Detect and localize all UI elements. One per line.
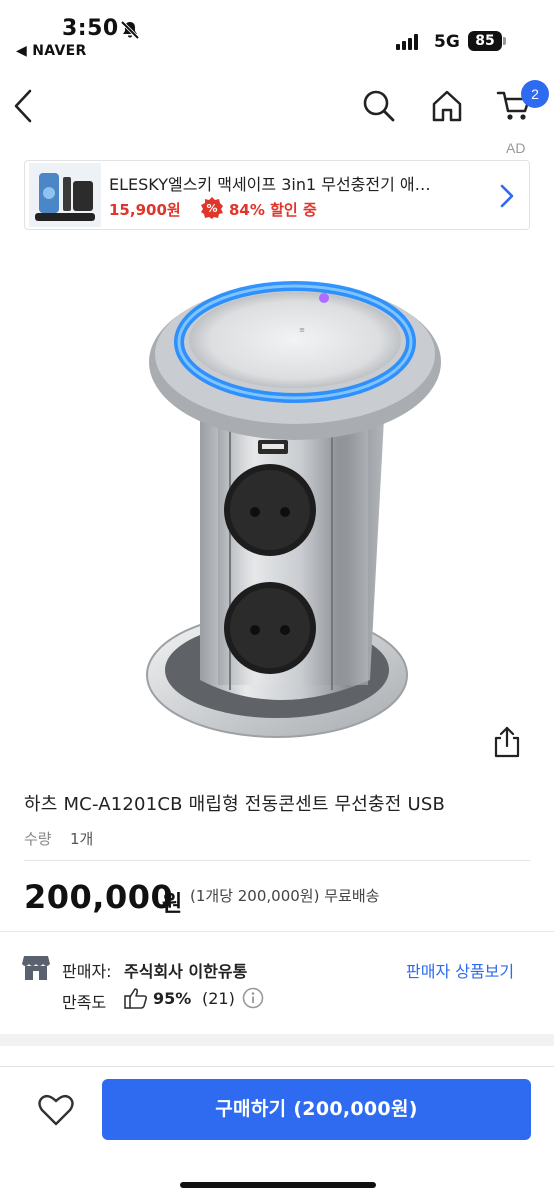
home-icon[interactable]	[430, 89, 464, 123]
ad-product-thumbnail	[29, 163, 101, 227]
product-image[interactable]: ≡	[70, 250, 484, 750]
search-icon[interactable]	[362, 89, 396, 123]
buy-button[interactable]: 구매하기 (200,000원)	[102, 1079, 531, 1140]
info-icon[interactable]	[242, 987, 264, 1009]
battery-icon: 85	[468, 31, 502, 51]
product-title: 하츠 MC-A1201CB 매립형 전동콘센트 무선충전 USB	[24, 794, 446, 815]
quantity-value: 1개	[70, 830, 94, 848]
status-time: 3:50	[62, 16, 119, 41]
satisfaction-value: 95%	[153, 989, 192, 1008]
seller-label: 판매자:	[62, 962, 112, 981]
signal-icon	[396, 34, 422, 50]
price-detail: (1개당 200,000원) 무료배송	[190, 887, 380, 905]
ad-discount: 84% 할인 중	[229, 201, 317, 219]
satisfaction-label: 만족도	[62, 993, 107, 1012]
share-icon[interactable]	[492, 726, 522, 758]
discount-icon: %	[201, 197, 223, 219]
ad-banner[interactable]: ELESKY엘스키 맥세이프 3in1 무선충전기 애… 15,900원 % 8…	[24, 160, 530, 230]
bell-slash-icon	[120, 20, 140, 40]
svg-text:%: %	[206, 202, 217, 215]
network-type: 5G	[434, 32, 460, 52]
store-icon	[22, 956, 50, 980]
seller-name[interactable]: 주식회사 이한유통	[124, 958, 247, 982]
thumbs-up-icon	[124, 988, 148, 1009]
divider	[0, 1066, 554, 1067]
ad-price: 15,900원	[109, 201, 181, 219]
heart-icon[interactable]	[38, 1093, 74, 1127]
back-to-app-link[interactable]: ◀ NAVER	[16, 43, 87, 59]
divider	[0, 931, 554, 932]
svg-text:≡: ≡	[299, 326, 305, 334]
chevron-right-icon[interactable]	[495, 181, 519, 211]
satisfaction-count: (21)	[202, 989, 235, 1008]
back-arrow-icon[interactable]	[10, 88, 36, 124]
cart-count-badge: 2	[521, 80, 549, 108]
section-separator	[0, 1034, 554, 1046]
ad-title: ELESKY엘스키 맥세이프 3in1 무선충전기 애…	[109, 175, 431, 194]
home-indicator	[180, 1182, 376, 1188]
battery-tip	[503, 37, 506, 45]
ad-label: AD	[506, 140, 526, 156]
quantity-label: 수량	[24, 830, 52, 848]
price-unit: 원	[162, 892, 183, 917]
seller-products-link[interactable]: 판매자 상품보기	[406, 958, 514, 982]
divider	[24, 860, 530, 861]
product-price: 200,000	[24, 878, 174, 916]
